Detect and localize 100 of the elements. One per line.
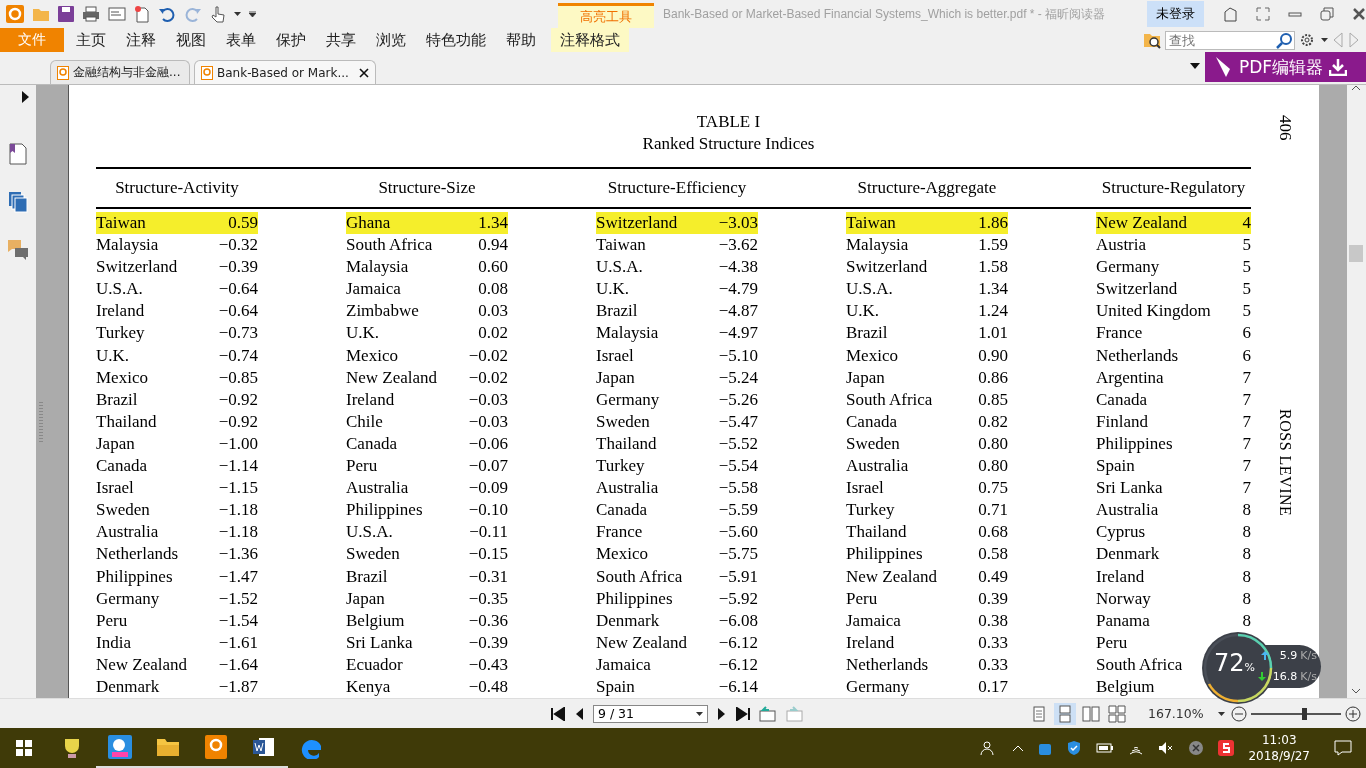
customize-icon[interactable] bbox=[249, 11, 256, 17]
bookmark-icon[interactable] bbox=[9, 143, 27, 165]
country-name: Sri Lanka bbox=[1096, 477, 1163, 500]
close-icon[interactable] bbox=[1352, 7, 1366, 21]
continuous-page-icon bbox=[1058, 704, 1072, 723]
zoom-in-icon[interactable] bbox=[1344, 705, 1361, 722]
country-name: U.K. bbox=[596, 278, 630, 301]
window-icon[interactable] bbox=[108, 7, 126, 21]
index-value: 1.58 bbox=[978, 256, 1008, 279]
ribbon-tab[interactable]: 保护 bbox=[266, 30, 316, 50]
download-arrow-icon bbox=[1257, 672, 1266, 681]
index-value: −0.35 bbox=[468, 587, 508, 610]
pdf-editor-button[interactable]: PDF编辑器 bbox=[1205, 52, 1366, 82]
previous-page-icon[interactable] bbox=[574, 706, 584, 721]
print-icon[interactable] bbox=[82, 6, 100, 22]
ribbon-tab[interactable]: 浏览 bbox=[366, 30, 416, 50]
index-value: 1.34 bbox=[478, 212, 508, 234]
resize-grip-icon[interactable] bbox=[39, 401, 43, 442]
table-subtitle: Ranked Structure Indices bbox=[641, 133, 816, 155]
ribbon-tab[interactable]: 视图 bbox=[166, 30, 216, 50]
notifications-icon[interactable] bbox=[1334, 740, 1352, 756]
next-page-icon[interactable] bbox=[717, 706, 727, 721]
index-value: −5.10 bbox=[718, 344, 758, 367]
index-value: −0.43 bbox=[468, 653, 508, 676]
undo-icon[interactable] bbox=[158, 6, 176, 22]
view-mode-button[interactable] bbox=[1106, 702, 1128, 725]
login-button[interactable]: 未登录 bbox=[1147, 1, 1204, 27]
country-name: Netherlands bbox=[96, 543, 179, 566]
country-name: Australia bbox=[96, 521, 159, 544]
speed-unit: K/s bbox=[1300, 670, 1317, 683]
index-value: −0.39 bbox=[468, 631, 508, 654]
country-name: Peru bbox=[346, 455, 378, 478]
document-tab[interactable]: 金融结构与非金融... bbox=[50, 60, 190, 84]
blocked-icon[interactable] bbox=[1188, 740, 1205, 756]
pdf-file-icon bbox=[201, 65, 213, 80]
country-name: Taiwan bbox=[596, 234, 646, 257]
previous-view-icon[interactable] bbox=[759, 705, 777, 722]
ribbon-tab[interactable]: 特色功能 bbox=[416, 30, 496, 50]
dropdown-icon[interactable] bbox=[1190, 63, 1200, 69]
index-value: −0.15 bbox=[468, 543, 508, 566]
country-name: Australia bbox=[596, 477, 659, 500]
index-value: 6 bbox=[1242, 322, 1251, 345]
country-name: Mexico bbox=[96, 366, 148, 389]
close-icon[interactable] bbox=[359, 67, 369, 78]
index-value: 8 bbox=[1242, 499, 1251, 522]
index-value: 1.24 bbox=[978, 300, 1008, 323]
country-name: Japan bbox=[596, 366, 635, 389]
scroll-up-icon[interactable] bbox=[1351, 85, 1361, 91]
upload-arrow-icon bbox=[1260, 651, 1269, 660]
country-name: Chile bbox=[346, 410, 383, 433]
country-name: Switzerland bbox=[1096, 278, 1178, 301]
country-name: Sweden bbox=[846, 432, 900, 455]
first-page-icon[interactable] bbox=[551, 706, 565, 721]
country-name: Thailand bbox=[596, 432, 657, 455]
clock[interactable]: 11:03 2018/9/27 bbox=[1248, 732, 1310, 764]
country-name: Switzerland bbox=[846, 256, 928, 279]
find-folder-icon[interactable] bbox=[1143, 31, 1161, 49]
country-name: Malaysia bbox=[846, 234, 909, 257]
ribbon-tab[interactable]: 表单 bbox=[216, 30, 266, 50]
restore-icon[interactable] bbox=[1320, 7, 1334, 21]
shield-icon[interactable] bbox=[1066, 740, 1083, 756]
battery-icon[interactable] bbox=[1096, 742, 1115, 754]
tray-expand-icon[interactable] bbox=[1012, 744, 1025, 752]
zoom-level[interactable]: 167.10% bbox=[1148, 706, 1204, 721]
page-number-field[interactable]: 9 / 31 bbox=[593, 704, 708, 723]
app-logo-icon[interactable] bbox=[6, 5, 24, 23]
index-value: 1.34 bbox=[978, 278, 1008, 301]
comments-icon[interactable] bbox=[7, 239, 29, 261]
scrollbar-thumb[interactable] bbox=[1349, 245, 1363, 262]
input-method-icon[interactable] bbox=[1218, 740, 1235, 756]
ribbon-tab[interactable]: 主页 bbox=[66, 30, 116, 50]
hand-icon[interactable] bbox=[210, 5, 226, 23]
index-value: −3.03 bbox=[718, 212, 758, 234]
ribbon-tab[interactable]: 共享 bbox=[316, 30, 366, 50]
search-field[interactable]: 查找 bbox=[1165, 30, 1295, 50]
country-name: Germany bbox=[846, 675, 910, 698]
pages-icon[interactable] bbox=[8, 191, 28, 213]
new-document-icon[interactable] bbox=[134, 5, 150, 23]
country-name: Brazil bbox=[346, 565, 388, 588]
search-icon[interactable] bbox=[1276, 32, 1292, 49]
ribbon-tab[interactable]: 注释 bbox=[116, 30, 166, 50]
country-name: Philippines bbox=[596, 587, 673, 610]
country-name: Sweden bbox=[346, 543, 400, 566]
ribbon-tab[interactable]: 帮助 bbox=[496, 30, 546, 50]
save-icon[interactable] bbox=[58, 6, 74, 22]
caret-icon[interactable] bbox=[1217, 711, 1225, 716]
view-mode-button[interactable] bbox=[1054, 702, 1076, 725]
document-tab[interactable]: Bank-Based or Mark... bbox=[194, 60, 376, 84]
index-value: 0.59 bbox=[228, 212, 258, 234]
index-value: −1.18 bbox=[218, 521, 258, 544]
caret-icon[interactable] bbox=[234, 11, 241, 17]
index-value: −5.24 bbox=[718, 366, 758, 389]
last-page-icon[interactable] bbox=[736, 706, 750, 721]
country-name: Mexico bbox=[846, 344, 898, 367]
caret-icon[interactable] bbox=[1321, 37, 1328, 43]
country-name: Cyprus bbox=[1096, 521, 1146, 544]
scroll-down-icon[interactable] bbox=[1351, 688, 1361, 694]
volume-muted-icon[interactable] bbox=[1158, 741, 1175, 755]
expand-panel-icon[interactable] bbox=[21, 91, 29, 103]
zoom-out-icon[interactable] bbox=[1230, 705, 1247, 722]
